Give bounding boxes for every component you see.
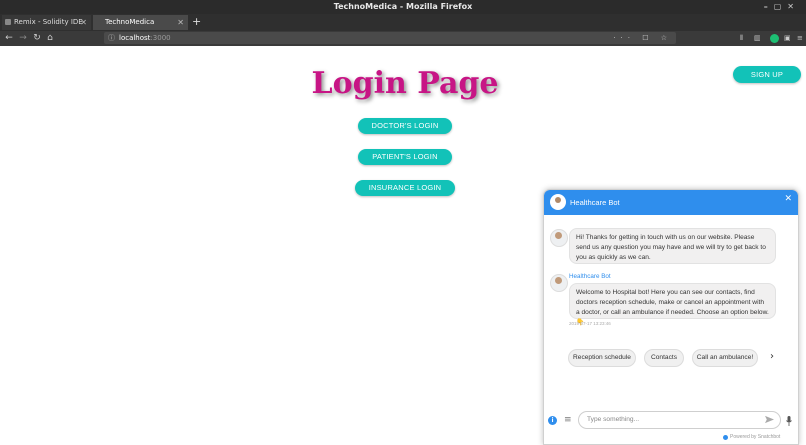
quick-reply-reception-schedule[interactable]: Reception schedule [568, 349, 636, 367]
page-title: Login Page [311, 66, 499, 101]
close-tab-icon[interactable]: ✕ [80, 15, 87, 30]
quick-reply-contacts[interactable]: Contacts [644, 349, 684, 367]
site-info-icon[interactable]: ⓘ [108, 33, 115, 43]
tab-label: TechnoMedica [105, 18, 155, 26]
remix-favicon-icon [5, 19, 11, 25]
doctor-login-button[interactable]: DOCTOR'S LOGIN [358, 118, 452, 134]
message-sender: Healthcare Bot [569, 273, 611, 280]
menu-icon[interactable]: ≡ [564, 415, 572, 425]
chat-input[interactable]: Type something... [578, 411, 781, 429]
tab-technomedica[interactable]: TechnoMedica ✕ [93, 15, 188, 30]
tab-label: Remix - Solidity IDE [14, 18, 83, 26]
chat-message: Hi! Thanks for getting in touch with us … [569, 228, 776, 264]
back-icon[interactable]: ← [3, 32, 15, 44]
chat-input-placeholder: Type something... [587, 416, 640, 423]
home-icon[interactable]: ⌂ [44, 32, 56, 44]
send-icon[interactable] [765, 415, 774, 424]
bot-avatar-icon [550, 274, 568, 292]
navigation-bar: ← → ↻ ⌂ ⓘ localhost:3000 ··· ☐ ☆ ⫴ ▥ ▣ ≡ [0, 31, 806, 46]
quick-reply-call-ambulance[interactable]: Call an ambulance! [692, 349, 758, 367]
window-title: TechnoMedica - Mozilla Firefox [333, 2, 473, 11]
chat-message: Welcome to Hospital bot! Here you can se… [569, 283, 776, 326]
message-timestamp: 2019-07-17 13:23:46 [569, 321, 611, 326]
library-icon[interactable]: ⫴ [740, 32, 743, 44]
signup-button[interactable]: SIGN UP [733, 66, 801, 83]
chat-widget: Healthcare Bot ✕ Hi! Thanks for getting … [543, 189, 799, 445]
window-controls[interactable]: –▢✕ [764, 0, 800, 14]
chat-title: Healthcare Bot [570, 198, 620, 207]
microphone-icon[interactable] [786, 416, 792, 426]
chat-input-row: i ≡ Type something... [544, 408, 798, 434]
url-text: localhost:3000 [119, 34, 171, 42]
powered-by[interactable]: Powered by Snatchbot [730, 434, 780, 440]
extension-icon[interactable]: ▣ [784, 32, 791, 44]
reload-icon[interactable]: ↻ [31, 32, 43, 44]
page-actions-icon[interactable]: ··· ☐ ☆ [613, 32, 672, 44]
chat-header: Healthcare Bot ✕ [544, 190, 798, 215]
bot-avatar-icon [550, 194, 566, 210]
tab-remix[interactable]: Remix - Solidity IDE ✕ [2, 15, 91, 30]
bot-avatar-icon [550, 229, 568, 247]
insurance-login-button[interactable]: INSURANCE LOGIN [355, 180, 455, 196]
menu-icon[interactable]: ≡ [797, 32, 803, 44]
sidebar-icon[interactable]: ▥ [754, 32, 761, 44]
info-icon[interactable]: i [548, 416, 557, 425]
window-titlebar: TechnoMedica - Mozilla Firefox –▢✕ [0, 0, 806, 14]
url-bar[interactable]: ⓘ localhost:3000 ··· ☐ ☆ [104, 32, 676, 44]
snatchbot-logo-icon [723, 435, 728, 440]
extension-badge-icon[interactable] [770, 34, 779, 43]
close-chat-icon[interactable]: ✕ [784, 194, 792, 204]
close-tab-icon[interactable]: ✕ [177, 15, 184, 30]
patient-login-button[interactable]: PATIENT'S LOGIN [358, 149, 452, 165]
forward-icon[interactable]: → [17, 32, 29, 44]
quick-replies-next-icon[interactable]: › [770, 349, 774, 365]
tab-strip: Remix - Solidity IDE ✕ TechnoMedica ✕ + [0, 14, 806, 31]
new-tab-icon[interactable]: + [192, 14, 201, 30]
